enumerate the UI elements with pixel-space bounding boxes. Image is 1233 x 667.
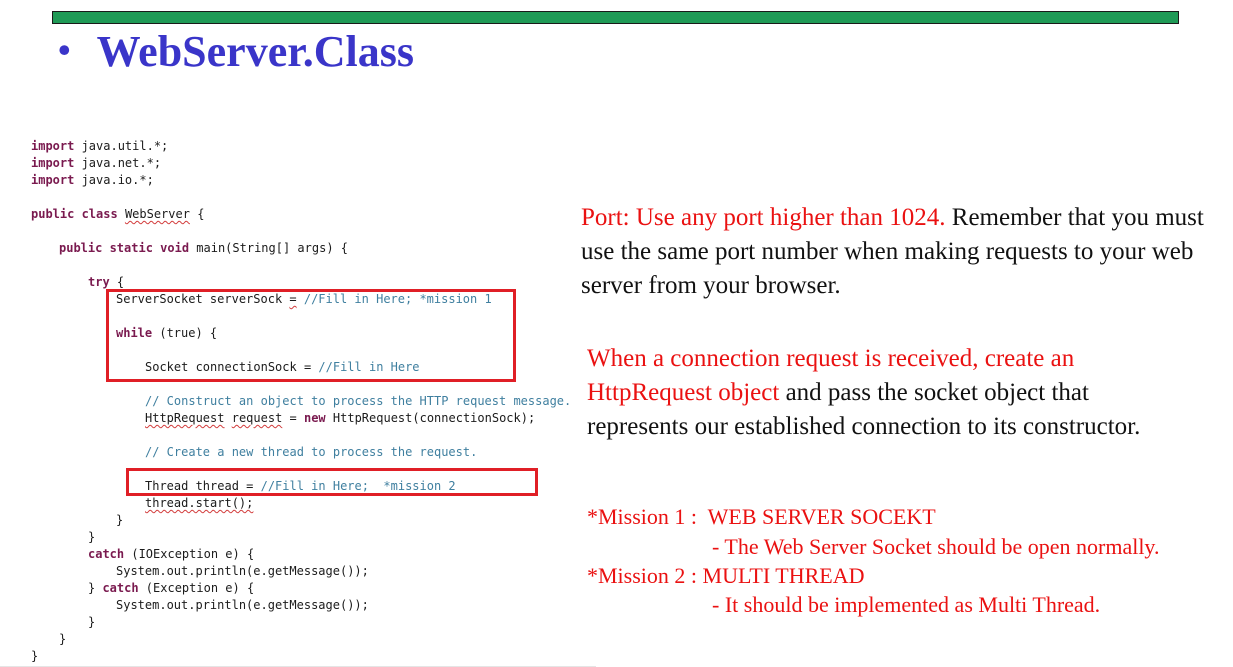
code-line: System.out.println(e.getMessage());: [116, 564, 369, 578]
connection-note: When a connection request is received, c…: [587, 342, 1162, 444]
mission-2-title: *Mission 2 : MULTI THREAD: [587, 563, 865, 588]
code-line: public class WebServer {: [31, 207, 205, 221]
mission-1-detail: - The Web Server Socket should be open n…: [712, 534, 1160, 559]
code-line: }: [116, 513, 124, 527]
bullet-icon: •: [58, 30, 71, 70]
code-line: } catch (Exception e) {: [88, 581, 255, 595]
code-line: }: [88, 530, 96, 544]
code-screenshot: import java.util.*; import java.net.*; i…: [0, 132, 596, 667]
slide-title-text: WebServer.Class: [96, 27, 414, 76]
port-note-highlight: Port: Use any port higher than 1024.: [581, 204, 946, 231]
code-line: // Construct an object to process the HT…: [145, 394, 572, 408]
code-line: }: [88, 615, 96, 629]
code-line: try {: [88, 275, 125, 289]
header-accent-bar: [52, 11, 1179, 24]
code-line: import java.net.*;: [31, 156, 162, 170]
code-line: import java.util.*;: [31, 139, 169, 153]
mission-1-title: *Mission 1 : WEB SERVER SOCEKT: [587, 504, 936, 529]
code-line: // Create a new thread to process the re…: [145, 445, 478, 459]
mission-2-highlight-box: [126, 468, 538, 496]
code-line: System.out.println(e.getMessage());: [116, 598, 369, 612]
code-line: HttpRequest request = new HttpRequest(co…: [145, 411, 536, 425]
code-line: public static void main(String[] args) {: [59, 241, 348, 255]
code-line: }: [59, 632, 67, 646]
code-line: import java.io.*;: [31, 173, 154, 187]
slide-title: • WebServer.Class: [58, 26, 414, 77]
port-note: Port: Use any port higher than 1024. Rem…: [581, 201, 1221, 303]
mission-1-highlight-box: [106, 289, 516, 382]
code-line: }: [31, 649, 39, 663]
code-line: thread.start();: [145, 496, 254, 510]
mission-2-detail: - It should be implemented as Multi Thre…: [712, 592, 1101, 617]
code-line: catch (IOException e) {: [88, 547, 255, 561]
